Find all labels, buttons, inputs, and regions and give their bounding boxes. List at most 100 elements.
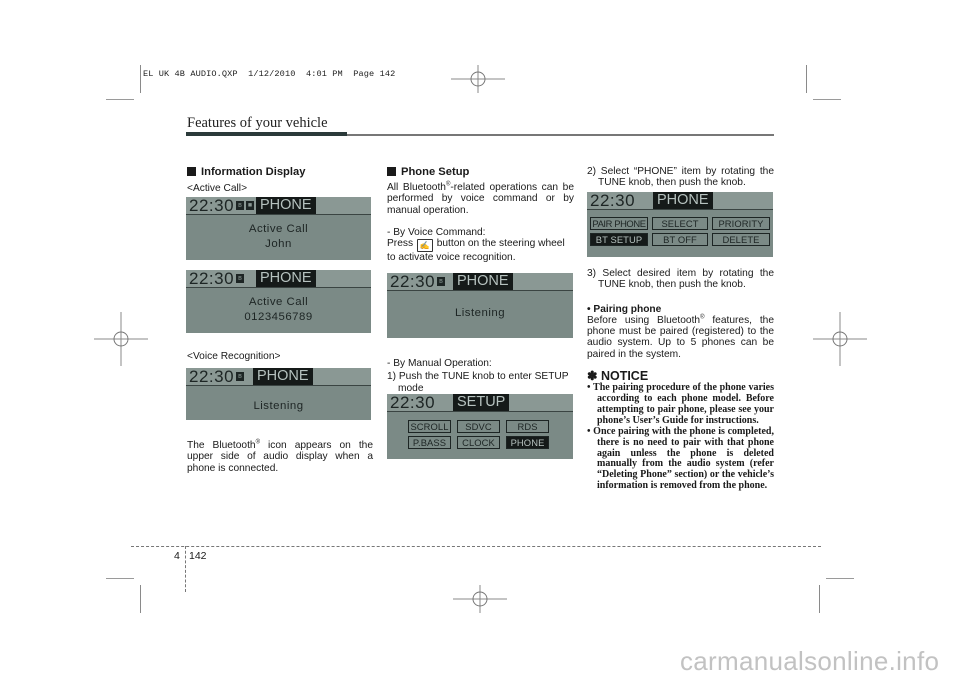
section-number: 4: [174, 550, 180, 562]
crop-mark: [813, 99, 841, 100]
menu-item-delete[interactable]: DELETE: [712, 233, 770, 246]
bluetooth-icon: ʙ: [236, 201, 244, 210]
crop-mark: [819, 585, 820, 613]
text: Before using Bluetooth: [587, 314, 701, 326]
manual-operation: - By Manual Operation: 1) Push the TUNE …: [387, 358, 574, 394]
step-1: 1) Push the TUNE knob to enter SETUP mod…: [387, 371, 569, 394]
page-header-title: Features of your vehicle: [187, 115, 328, 131]
heading-text: Information Display: [201, 166, 306, 178]
lcd-display-setup-menu: 22:30 SETUP SCROLL SDVC RDS P.BASS CLOCK…: [387, 394, 573, 459]
bluetooth-icon: ʙ: [437, 277, 445, 286]
lcd-clock: 22:30: [189, 197, 235, 215]
voice-label-text: <Voice Recognition>: [187, 351, 281, 362]
menu-item-phone[interactable]: PHONE: [506, 436, 549, 449]
phone-menu-grid: PAIR PHONE SELECT PRIORITY BT SETUP BT O…: [590, 217, 770, 246]
text: All Bluetooth: [387, 182, 446, 193]
bluetooth-icon: ʙ: [236, 274, 244, 283]
notice-item: • The pairing procedure of the phone var…: [587, 382, 774, 426]
lcd-body: Listening: [387, 306, 573, 338]
menu-item-priority[interactable]: PRIORITY: [712, 217, 770, 230]
header-rule: [347, 134, 774, 136]
section-heading: Phone Setup: [387, 166, 574, 179]
text: The Bluetooth: [187, 440, 256, 451]
notice-body: • The pairing procedure of the phone var…: [587, 382, 774, 492]
setup-menu-grid: SCROLL SDVC RDS P.BASS CLOCK PHONE: [408, 420, 549, 449]
square-bullet-icon: [387, 166, 396, 176]
registration-mark-icon: [94, 312, 148, 366]
intro-paragraph: All Bluetooth®-related operations can be…: [387, 182, 574, 216]
lcd-mode-label: PHONE: [256, 270, 316, 287]
lcd-line: Active Call: [248, 296, 309, 308]
crop-mark: [140, 65, 141, 93]
lcd-body: Active Call John: [186, 222, 371, 260]
pairing-paragraph: Before using Bluetooth® features, the ph…: [587, 315, 774, 360]
lcd-mode-label: PHONE: [653, 192, 713, 209]
lcd-body: Listening: [186, 399, 371, 420]
lcd-clock: 22:30: [390, 394, 436, 412]
lcd-line: Listening: [253, 400, 304, 412]
menu-item-sdvc[interactable]: SDVC: [457, 420, 500, 433]
column-information-display: Information Display <Active Call>: [187, 166, 374, 194]
lcd-display-active-call-name: 22:30 ʙ ■ PHONE Active Call John: [186, 197, 371, 260]
crop-mark: [106, 99, 134, 100]
voice-recognition-button-icon: ✍: [416, 239, 433, 253]
lcd-line: Active Call: [248, 223, 309, 235]
lcd-display-voice-listening: 22:30 ʙ PHONE Listening: [387, 273, 573, 338]
section-heading: Information Display: [187, 166, 374, 179]
registration-mark-icon: [453, 585, 507, 613]
lcd-body: Active Call 0123456789: [186, 295, 371, 333]
phone-battery-icon: ■: [246, 201, 254, 210]
lcd-mode-label: PHONE: [253, 368, 313, 385]
page-number: 142: [189, 550, 207, 562]
voice-command-label: - By Voice Command:: [387, 226, 486, 238]
crop-mark: [806, 65, 807, 93]
footer-rule: [131, 546, 821, 547]
print-slug: EL UK 4B AUDIO.QXP 1/12/2010 4:01 PM Pag…: [143, 69, 396, 79]
lcd-display-listening: 22:30 ʙ PHONE Listening: [186, 368, 371, 420]
menu-item-scroll[interactable]: SCROLL: [408, 420, 451, 433]
menu-item-bt-off[interactable]: BT OFF: [652, 233, 708, 246]
registration-mark-icon: [813, 312, 867, 366]
menu-item-clock[interactable]: CLOCK: [457, 436, 500, 449]
lcd-mode-label: PHONE: [256, 197, 316, 214]
lcd-display-phone-menu: 22:30 PHONE PAIR PHONE SELECT PRIORITY B…: [587, 192, 773, 257]
step-2: 2) Select “PHONE” item by rotating the T…: [587, 166, 774, 189]
lcd-clock: 22:30: [390, 273, 436, 291]
phone-setup-instructions: 3) Select desired item by rotating the T…: [587, 268, 774, 492]
pairing-heading: • Pairing phone: [587, 303, 662, 315]
lcd-clock: 22:30: [189, 368, 235, 386]
manual-operation-label: - By Manual Operation:: [387, 358, 492, 369]
bluetooth-note: The Bluetooth® icon appears on the upper…: [187, 440, 373, 474]
menu-item-pair-phone[interactable]: PAIR PHONE: [590, 217, 648, 230]
menu-item-bt-setup[interactable]: BT SETUP: [590, 233, 648, 246]
lcd-clock: 22:30: [189, 270, 235, 288]
lcd-mode-label: SETUP: [453, 394, 510, 411]
active-call-label: <Active Call>: [187, 183, 248, 194]
menu-item-pbass[interactable]: P.BASS: [408, 436, 451, 449]
watermark[interactable]: carmanualsonline.info: [680, 646, 939, 677]
press-instruction: Press ✍ button on the steering wheel to …: [387, 238, 574, 265]
column-phone-setup: Phone Setup All Bluetooth®-related opera…: [387, 166, 574, 265]
text: Press: [387, 238, 414, 250]
lcd-line: Listening: [454, 307, 506, 319]
lcd-mode-label: PHONE: [453, 273, 513, 290]
menu-item-select[interactable]: SELECT: [652, 217, 708, 230]
step-3: 3) Select desired item by rotating the T…: [587, 268, 774, 291]
bluetooth-icon: ʙ: [236, 372, 244, 381]
registration-mark-icon: [451, 65, 505, 93]
crop-mark: [106, 578, 134, 579]
header-rule: [186, 132, 347, 136]
notice-item: • Once pairing with the phone is complet…: [587, 425, 774, 492]
lcd-clock: 22:30: [590, 192, 636, 210]
square-bullet-icon: [187, 166, 196, 176]
column-phone-menu: 2) Select “PHONE” item by rotating the T…: [587, 166, 774, 189]
crop-mark: [140, 585, 141, 613]
heading-text: Phone Setup: [401, 166, 470, 178]
crop-mark: [826, 578, 854, 579]
voice-recognition-label: <Voice Recognition>: [187, 351, 374, 362]
lcd-display-active-call-number: 22:30 ʙ PHONE Active Call 0123456789: [186, 270, 371, 333]
footer-divider: [185, 546, 186, 592]
text: button on the steering wheel to activate…: [387, 238, 565, 264]
notice-heading: ✽ NOTICE: [587, 369, 649, 384]
menu-item-rds[interactable]: RDS: [506, 420, 549, 433]
